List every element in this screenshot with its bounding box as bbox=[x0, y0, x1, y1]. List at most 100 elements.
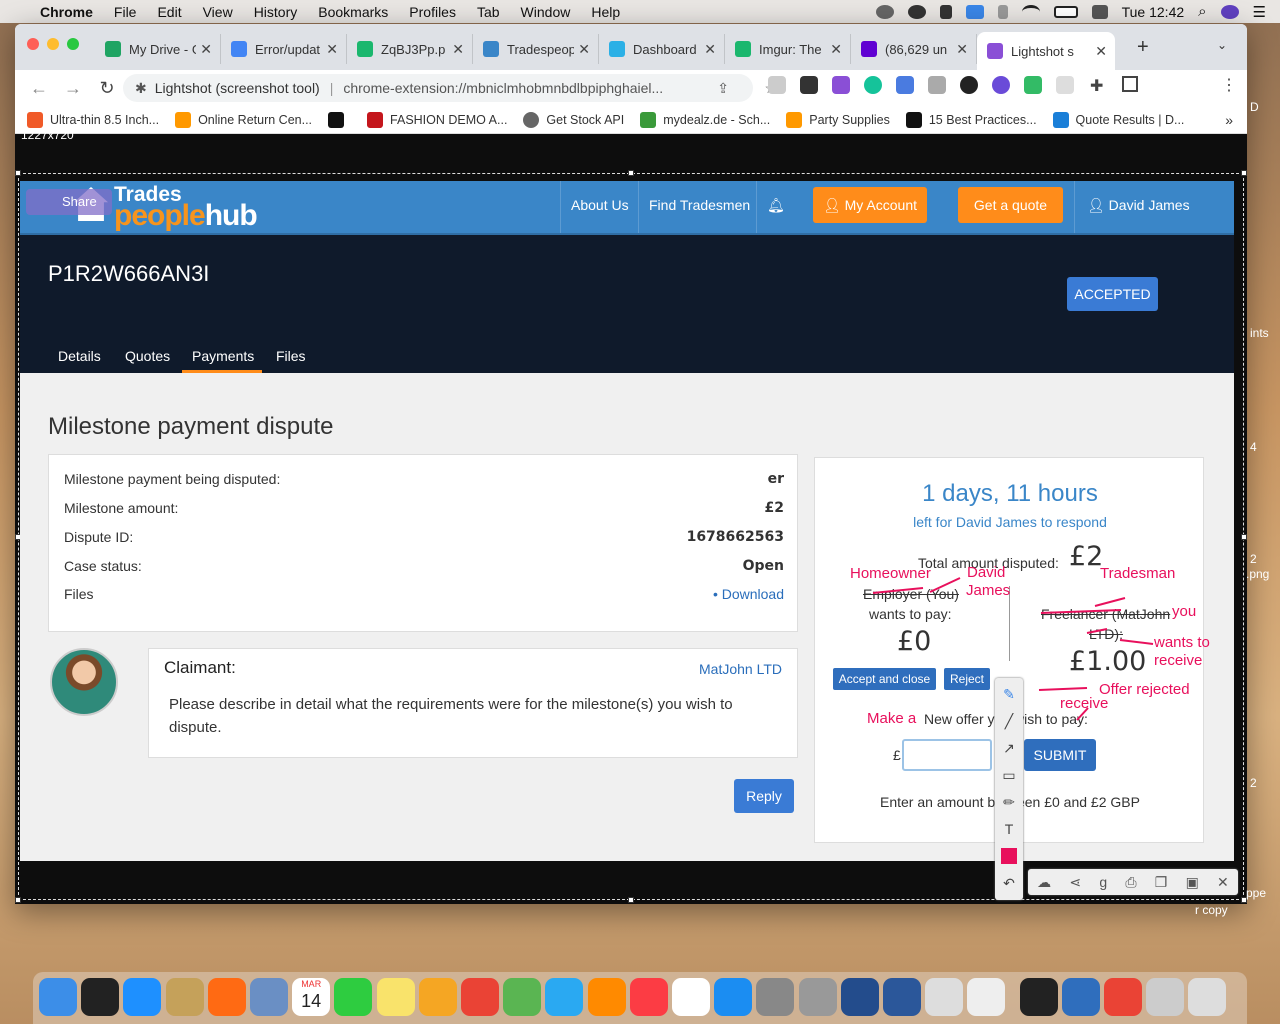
wifi-icon[interactable] bbox=[1021, 4, 1040, 19]
line-tool-icon[interactable]: ╱ bbox=[1001, 713, 1017, 729]
menu-file[interactable]: File bbox=[114, 4, 137, 20]
siri-menubar-icon[interactable] bbox=[1220, 4, 1239, 19]
purple-extension-icon[interactable] bbox=[992, 76, 1010, 94]
bookmark-item[interactable]: Ultra-thin 8.5 Inch... bbox=[27, 111, 159, 128]
tab-close-icon[interactable]: ✕ bbox=[830, 41, 842, 58]
tab-yahoo-mail[interactable]: (86,629 un ✕ bbox=[851, 34, 977, 64]
trash-icon[interactable] bbox=[1188, 978, 1227, 1016]
resize-handle[interactable] bbox=[628, 170, 634, 176]
tab-close-icon[interactable]: ✕ bbox=[956, 41, 968, 58]
resize-handle[interactable] bbox=[15, 170, 21, 176]
battery-icon[interactable] bbox=[1053, 5, 1078, 18]
share-icon[interactable]: ⋖ bbox=[1069, 874, 1081, 891]
side-panel-icon[interactable] bbox=[1122, 76, 1138, 92]
window-minimize-button[interactable] bbox=[47, 38, 59, 50]
books-icon[interactable] bbox=[587, 978, 626, 1016]
finder-icon[interactable] bbox=[39, 978, 77, 1016]
messages-icon[interactable] bbox=[545, 978, 584, 1016]
share-overlay-button[interactable]: Share bbox=[26, 189, 112, 215]
tab-details[interactable]: Details bbox=[58, 348, 101, 364]
tab-lightshot[interactable]: Lightshot s ✕ bbox=[977, 32, 1115, 70]
menubar-clock[interactable]: Tue 12:42 bbox=[1122, 4, 1185, 20]
tab-error-update[interactable]: Error/updat ✕ bbox=[221, 34, 347, 64]
tab-close-icon[interactable]: ✕ bbox=[326, 41, 338, 58]
chrome-icon[interactable] bbox=[461, 978, 499, 1016]
facetime-icon[interactable] bbox=[334, 978, 373, 1016]
maps-icon[interactable] bbox=[503, 978, 542, 1016]
get-a-quote-button[interactable]: Get a quote bbox=[958, 187, 1063, 223]
photos-icon[interactable] bbox=[418, 978, 457, 1016]
menu-help[interactable]: Help bbox=[591, 4, 620, 20]
bookmark-item[interactable]: FASHION DEMO A... bbox=[367, 111, 507, 128]
cloud-icon[interactable] bbox=[907, 4, 926, 19]
window-zoom-button[interactable] bbox=[67, 38, 79, 50]
print-icon[interactable]: ⎙ bbox=[1125, 874, 1136, 891]
google-search-icon[interactable]: g bbox=[1099, 874, 1107, 890]
k-extension-icon[interactable] bbox=[960, 76, 978, 94]
menu-bookmarks[interactable]: Bookmarks bbox=[318, 4, 388, 20]
tab-imgur[interactable]: Imgur: The ✕ bbox=[725, 34, 851, 64]
tab-payments[interactable]: Payments bbox=[192, 348, 254, 364]
bluetooth-icon[interactable] bbox=[997, 4, 1008, 19]
siri-icon[interactable] bbox=[81, 978, 120, 1016]
m-extension-icon[interactable] bbox=[800, 76, 818, 94]
js-extension-icon[interactable] bbox=[768, 76, 786, 94]
text-tool-icon[interactable]: T bbox=[1001, 821, 1017, 837]
my-account-button[interactable]: 👤︎ My Account bbox=[813, 187, 927, 223]
save-icon[interactable]: ▣ bbox=[1186, 874, 1199, 891]
extension-icon[interactable] bbox=[896, 76, 914, 94]
resize-handle[interactable] bbox=[628, 897, 634, 903]
tab-search-icon[interactable]: ⌄ bbox=[1217, 38, 1227, 52]
creative-cloud-icon[interactable] bbox=[875, 4, 894, 19]
bankid-icon[interactable] bbox=[840, 978, 879, 1016]
control-center-icon[interactable]: ☰ bbox=[1253, 3, 1266, 21]
bookmark-item[interactable]: Online Return Cen... bbox=[175, 111, 312, 128]
tab-close-icon[interactable]: ✕ bbox=[200, 41, 212, 58]
vpn-icon[interactable] bbox=[1061, 978, 1100, 1016]
arrow-tool-icon[interactable]: ↗ bbox=[1001, 740, 1017, 756]
tab-close-icon[interactable]: ✕ bbox=[452, 41, 464, 58]
bookmark-item[interactable]: Quote Results | D... bbox=[1052, 111, 1184, 128]
tab-my-drive[interactable]: My Drive - G ✕ bbox=[95, 34, 221, 64]
back-icon[interactable]: ← bbox=[29, 78, 49, 99]
menu-history[interactable]: History bbox=[254, 4, 298, 20]
close-icon[interactable]: ✕ bbox=[1217, 874, 1229, 891]
window-close-button[interactable] bbox=[27, 38, 39, 50]
new-tab-icon[interactable]: + bbox=[1137, 36, 1149, 59]
terminal-icon[interactable] bbox=[1019, 978, 1058, 1016]
nav-about-us[interactable]: About Us bbox=[560, 181, 639, 233]
reminders-icon[interactable] bbox=[672, 978, 710, 1016]
notes-app-icon[interactable] bbox=[165, 978, 204, 1016]
nav-find-tradesmen[interactable]: Find Tradesmen bbox=[638, 181, 760, 233]
launchpad-icon[interactable] bbox=[798, 978, 837, 1016]
spotlight-search-icon[interactable]: ⌕ bbox=[1198, 3, 1206, 20]
more-bookmarks-icon[interactable]: » bbox=[1225, 112, 1233, 128]
firefox-icon[interactable] bbox=[207, 978, 246, 1016]
safari-icon[interactable] bbox=[123, 978, 162, 1016]
reload-icon[interactable]: ↻ bbox=[97, 78, 117, 99]
mailbird-icon[interactable] bbox=[965, 4, 984, 19]
tab-tradespeople[interactable]: Tradespeop ✕ bbox=[473, 34, 599, 64]
upload-icon[interactable]: ☁ bbox=[1037, 874, 1051, 891]
tab-files[interactable]: Files bbox=[276, 348, 306, 364]
pen-tool-icon[interactable]: ✎ bbox=[1001, 686, 1017, 702]
bookmark-item[interactable]: mydealz.de - Sch... bbox=[640, 111, 770, 128]
new-extension-icon[interactable] bbox=[1024, 76, 1042, 94]
notifications-bell-icon[interactable]: 🔔︎ bbox=[756, 181, 794, 233]
download-link[interactable]: Download bbox=[722, 586, 784, 602]
lightshot-extension-icon[interactable] bbox=[832, 76, 850, 94]
screenshot-folder-icon[interactable] bbox=[1146, 978, 1185, 1016]
extensions-puzzle-icon[interactable]: ✚ bbox=[1090, 76, 1103, 96]
tab-dashboard[interactable]: Dashboard ✕ bbox=[599, 34, 725, 64]
reply-button[interactable]: Reply bbox=[734, 779, 794, 813]
bookmark-item[interactable]: Get Stock API bbox=[523, 111, 624, 128]
marker-tool-icon[interactable]: ✏ bbox=[1001, 794, 1017, 810]
tab-close-icon[interactable]: ✕ bbox=[1095, 43, 1107, 60]
word-icon[interactable] bbox=[883, 978, 921, 1016]
app-store-icon[interactable] bbox=[714, 978, 753, 1016]
textedit-icon[interactable] bbox=[967, 978, 1006, 1016]
preview-icon[interactable] bbox=[250, 978, 288, 1016]
music-icon[interactable] bbox=[629, 978, 668, 1016]
bookmark-item[interactable] bbox=[328, 111, 351, 128]
user-menu-dropdown[interactable]: 👤︎ David James ▾ bbox=[1074, 181, 1204, 261]
